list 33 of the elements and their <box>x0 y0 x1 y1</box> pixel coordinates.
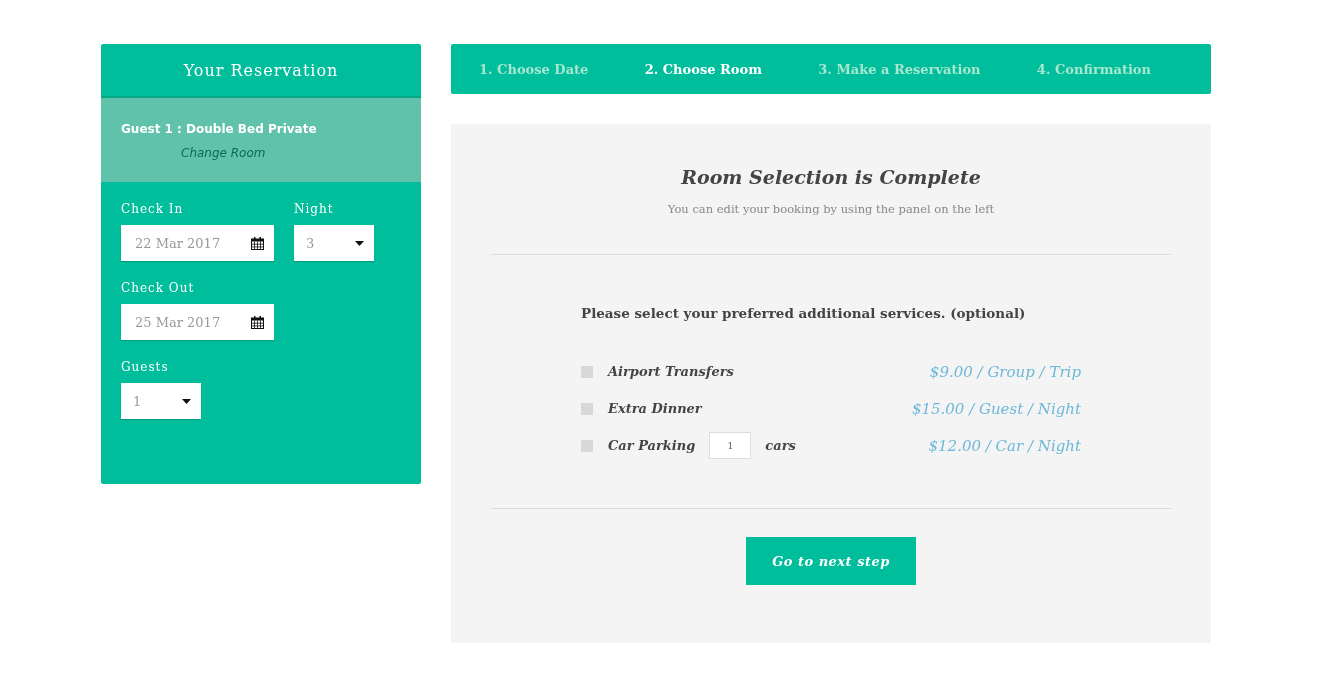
quantity-unit: cars <box>765 438 796 453</box>
service-name: Airport Transfers <box>608 364 734 379</box>
field-label: Night <box>294 202 334 216</box>
service-price: $9.00 / Group / Trip <box>929 362 1081 381</box>
section-heading: Room Selection is Complete <box>680 166 982 188</box>
step-tab[interactable]: 4. Confirmation <box>1036 61 1151 77</box>
next-step-button[interactable]: Go to next step <box>746 537 916 585</box>
guest-room: Guest 1 : Double Bed Private <box>121 122 317 136</box>
night-select[interactable]: 3 <box>294 225 374 261</box>
step-tab[interactable]: 3. Make a Reservation <box>818 61 981 77</box>
guests-select[interactable]: 1 <box>121 383 201 419</box>
field-label: Check In <box>121 202 184 216</box>
step-tab[interactable]: 1. Choose Date <box>479 61 589 77</box>
checkbox[interactable] <box>581 439 593 452</box>
caret-icon <box>182 398 191 404</box>
service-name: Car Parking <box>608 438 696 453</box>
service-price: $12.00 / Car / Night <box>928 436 1081 455</box>
services-prompt: Please select your preferred additional services. (optional) <box>581 305 1027 321</box>
date-field[interactable]: 25 Mar 2017 <box>121 304 274 340</box>
quantity-field[interactable]: 1 <box>709 432 752 459</box>
service-price: $15.00 / Guest / Night <box>911 399 1081 418</box>
field-label: Guests <box>121 360 169 374</box>
section-subheading: You can edit your booking by using the panel on the left <box>666 202 996 216</box>
checkbox[interactable] <box>581 365 593 378</box>
caret-icon <box>355 240 364 246</box>
checkbox[interactable] <box>581 402 593 415</box>
calendar-icon <box>251 315 264 329</box>
change-room-link[interactable]: Change Room <box>181 146 266 160</box>
date-field[interactable]: 22 Mar 2017 <box>121 225 274 261</box>
service-name: Extra Dinner <box>608 401 702 416</box>
step-tab[interactable]: 2. Choose Room <box>644 61 762 77</box>
calendar-icon <box>251 236 264 250</box>
field-label: Check Out <box>121 281 195 295</box>
